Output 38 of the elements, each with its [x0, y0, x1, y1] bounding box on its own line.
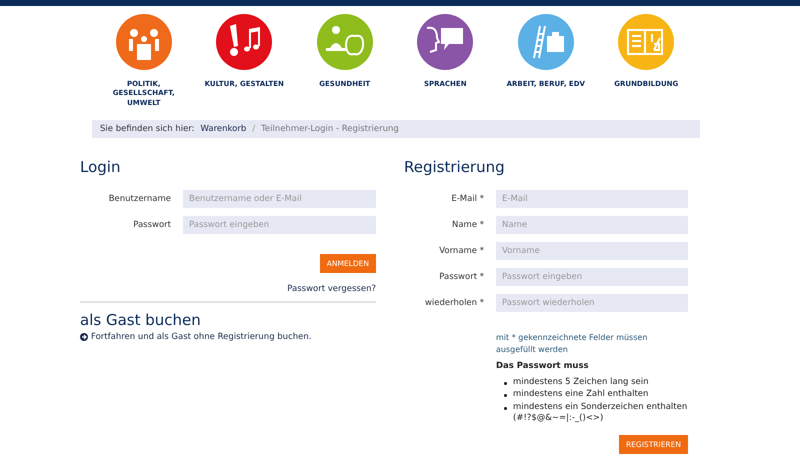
- speech-bubble-icon[interactable]: [417, 14, 474, 70]
- field-label: E-Mail *: [450, 194, 485, 204]
- meditation-and-apple-icon[interactable]: [316, 14, 373, 70]
- people-icon[interactable]: [116, 14, 172, 70]
- input-field[interactable]: Passwort eingeben: [496, 268, 688, 286]
- arrow-circle-icon: [80, 333, 88, 342]
- field-label: Benutzername: [108, 194, 172, 204]
- field-label: Passwort *: [438, 272, 485, 282]
- bullet-icon: [504, 382, 507, 385]
- ladder-and-briefcase-icon[interactable]: [518, 14, 574, 70]
- breadcrumb-separator: /: [252, 124, 256, 134]
- guest-title: als Gast buchen: [80, 311, 202, 330]
- bullet-icon: [504, 406, 507, 410]
- required-note: mit * gekennzeichnete Felder müssen ausgefüllt werden: [496, 332, 648, 355]
- breadcrumb-link[interactable]: Teilnehmer-Login - Registrierung: [261, 124, 399, 134]
- password-rule: mindestens eine Zahl enthalten: [513, 389, 648, 401]
- password-rules-title: Das Passwort muss: [496, 360, 590, 371]
- field-label: Vorname *: [438, 246, 485, 256]
- password-rule: mindestens 5 Zeichen lang sein: [513, 376, 649, 388]
- book-icon[interactable]: [618, 14, 674, 70]
- login-title: Login: [80, 158, 122, 176]
- input-field[interactable]: Name: [496, 216, 688, 234]
- breadcrumb-prefix: Sie befinden sich hier:: [100, 124, 195, 134]
- password-rule: mindestens ein Sonderzeichen enthalten (#!?$@&~=|:-_()<>): [513, 402, 688, 425]
- field-label: Passwort: [132, 220, 172, 230]
- guest-checkout-link[interactable]: Fortfahren und als Gast ohne Registrierung buchen.: [80, 332, 376, 342]
- input-field[interactable]: Benutzername oder E-Mail: [183, 190, 376, 208]
- brush-and-music-icon[interactable]: [216, 14, 272, 70]
- input-field[interactable]: Passwort eingeben: [183, 216, 376, 234]
- forgot-password-link[interactable]: Passwort vergessen?: [287, 284, 376, 294]
- field-label: Name *: [450, 220, 485, 230]
- input-field[interactable]: E-Mail: [496, 190, 688, 208]
- registration-title: Registrierung: [404, 158, 506, 176]
- input-field[interactable]: Vorname: [496, 242, 688, 260]
- input-field[interactable]: Passwort wiederholen: [496, 294, 688, 312]
- breadcrumb-link[interactable]: Warenkorb: [200, 124, 246, 134]
- bullet-icon: [504, 394, 507, 398]
- field-label: wiederholen *: [424, 298, 485, 308]
